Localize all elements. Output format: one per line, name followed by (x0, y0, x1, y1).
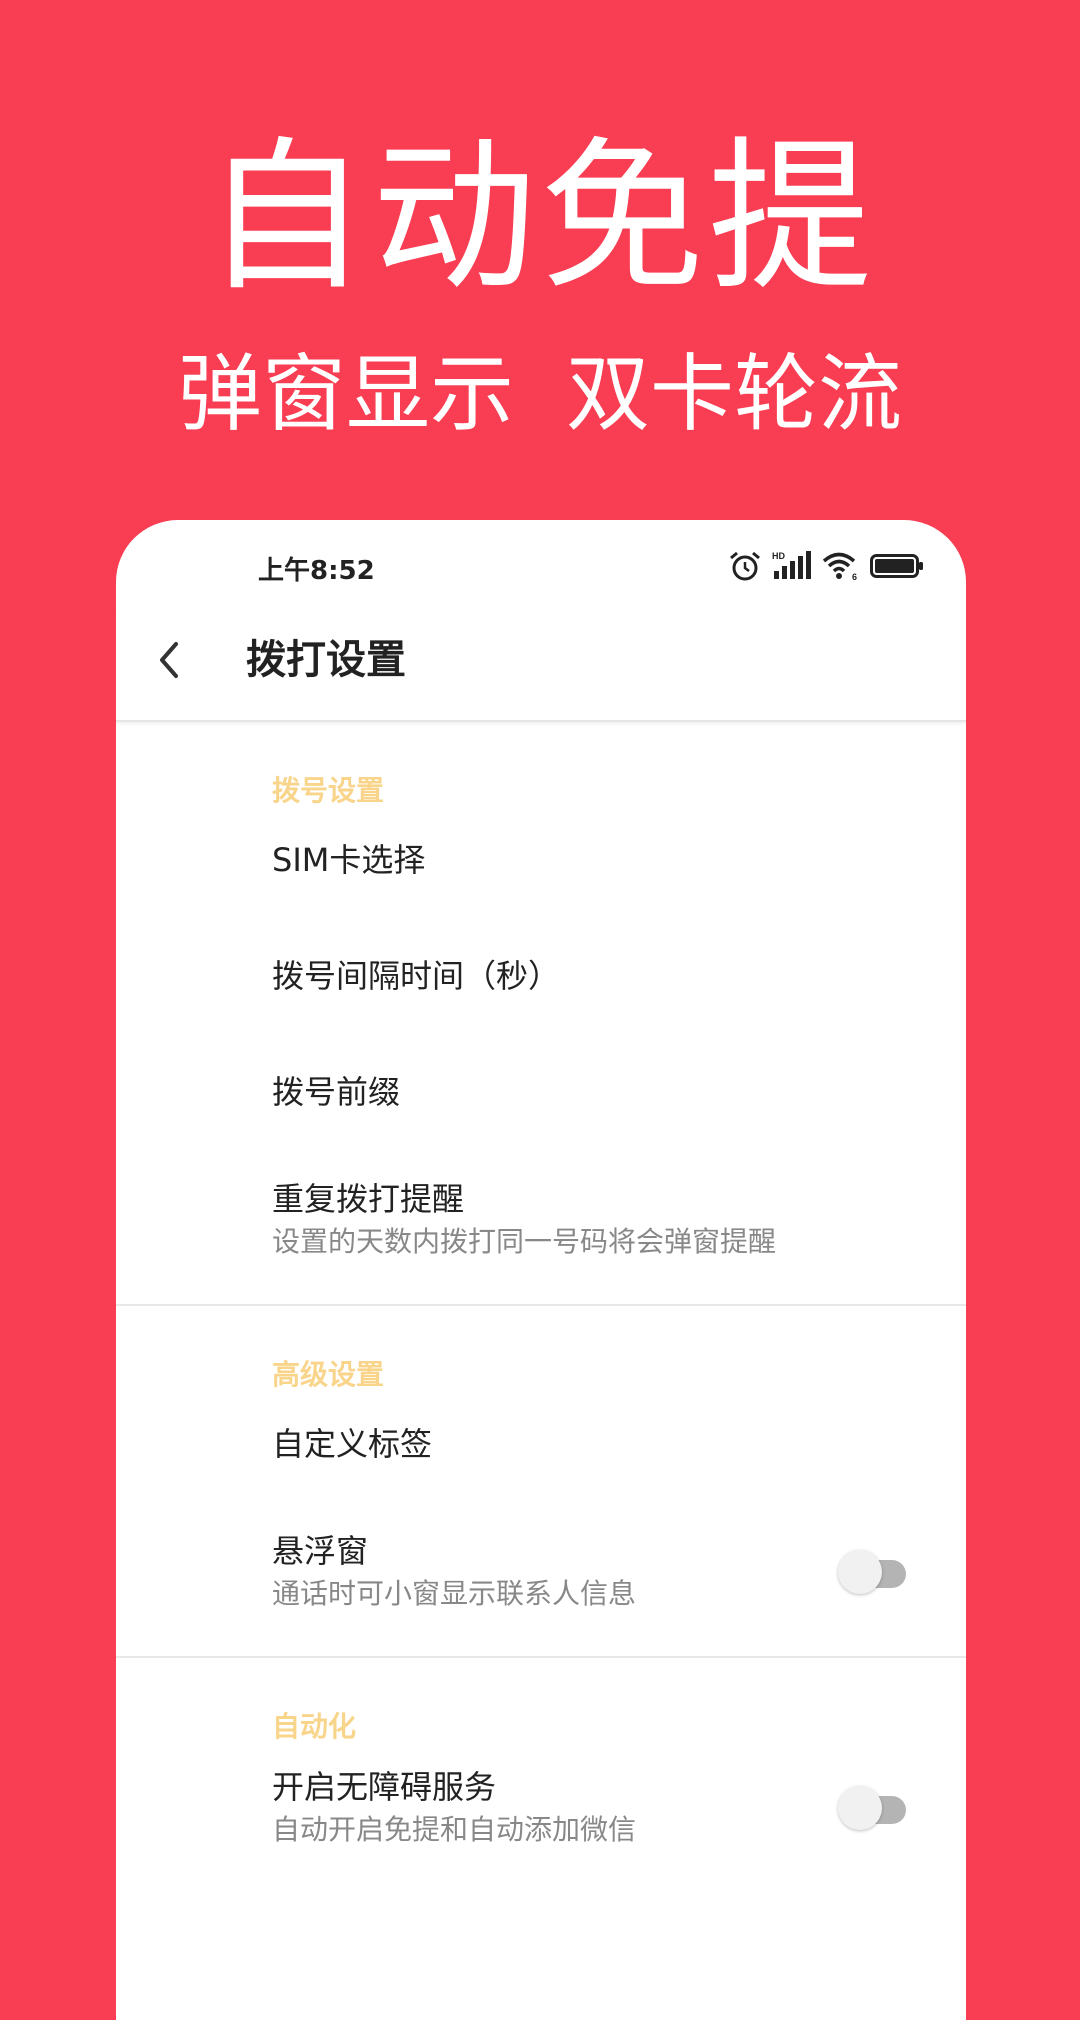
setting-title: 开启无障碍服务 (272, 1768, 497, 1806)
setting-dial-prefix[interactable]: 拨号前缀 (116, 1034, 966, 1150)
hd-label: HD (772, 551, 785, 561)
chevron-left-icon (160, 642, 178, 678)
phone-screen: 上午8:52 HD 6 拨打设置 拨号设置 SIM卡选择 拨号间隔时间（秒） 拨… (116, 520, 966, 2020)
alarm-icon (730, 551, 760, 581)
setting-subtitle: 通话时可小窗显示联系人信息 (272, 1577, 637, 1610)
toggle-knob (838, 1786, 882, 1830)
page-title: 拨打设置 (246, 637, 406, 683)
setting-subtitle: 设置的天数内拨打同一号码将会弹窗提醒 (272, 1225, 777, 1258)
wifi-icon: 6 (822, 552, 857, 581)
toggle-knob (838, 1550, 882, 1594)
promo-subline-2: 双卡轮流 (566, 345, 903, 443)
back-button[interactable] (144, 634, 196, 686)
setting-floating-window[interactable]: 悬浮窗 通话时可小窗显示联系人信息 (116, 1502, 966, 1642)
setting-title: SIM卡选择 (272, 841, 426, 879)
setting-title: 拨号间隔时间（秒） (272, 957, 561, 995)
section-dial-settings: 拨号设置 SIM卡选择 拨号间隔时间（秒） 拨号前缀 重复拨打提醒 设置的天数内… (116, 722, 966, 1306)
setting-title: 悬浮窗 (272, 1532, 369, 1570)
battery-icon (870, 554, 923, 578)
setting-sim-select[interactable]: SIM卡选择 (116, 802, 966, 918)
promo-subline: 弹窗显示 双卡轮流 (0, 346, 1080, 442)
setting-dial-interval[interactable]: 拨号间隔时间（秒） (116, 918, 966, 1034)
section-advanced-settings: 高级设置 自定义标签 悬浮窗 通话时可小窗显示联系人信息 (116, 1306, 966, 1658)
wifi-badge: 6 (852, 572, 857, 581)
section-title: 自动化 (272, 1710, 357, 1743)
setting-custom-tags[interactable]: 自定义标签 (116, 1386, 966, 1502)
setting-title: 重复拨打提醒 (272, 1180, 465, 1218)
status-bar: 上午8:52 HD 6 (116, 520, 966, 612)
setting-subtitle: 自动开启免提和自动添加微信 (272, 1813, 637, 1846)
promo-subline-1: 弹窗显示 (177, 345, 514, 443)
setting-repeat-reminder[interactable]: 重复拨打提醒 设置的天数内拨打同一号码将会弹窗提醒 (116, 1150, 966, 1290)
status-icons: HD 6 (728, 550, 924, 582)
section-automation: 自动化 开启无障碍服务 自动开启免提和自动添加微信 (116, 1658, 966, 1892)
setting-title: 自定义标签 (272, 1425, 433, 1463)
setting-title: 拨号前缀 (272, 1073, 401, 1111)
promo-headline: 自动免提 (203, 122, 876, 313)
floating-window-toggle[interactable] (838, 1550, 908, 1594)
section-title: 拨号设置 (272, 774, 385, 807)
app-bar: 拨打设置 (116, 612, 966, 722)
section-title: 高级设置 (272, 1358, 385, 1391)
setting-accessibility-service[interactable]: 开启无障碍服务 自动开启免提和自动添加微信 (116, 1738, 966, 1878)
status-time: 上午8:52 (258, 556, 375, 586)
signal-icon: HD (772, 551, 811, 579)
accessibility-service-toggle[interactable] (838, 1786, 908, 1830)
